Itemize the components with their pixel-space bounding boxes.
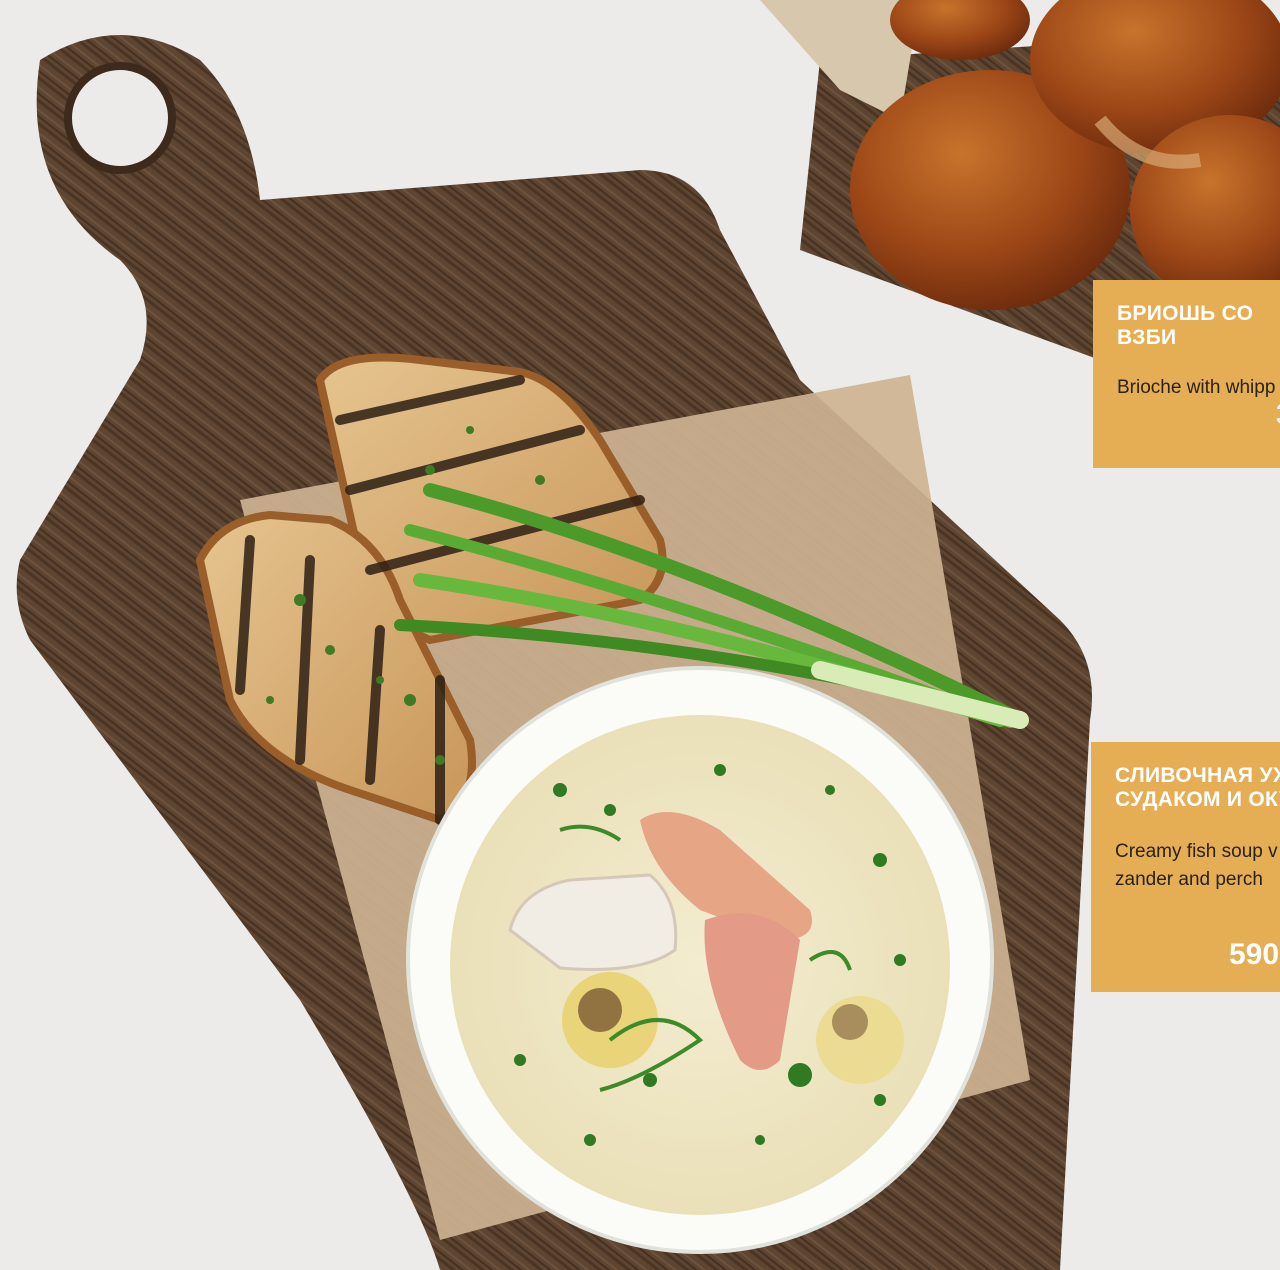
soup-bowl	[406, 666, 994, 1254]
menu-item-title-ru: БРИОШЬ СО ВЗБИ	[1117, 302, 1254, 349]
food-photo	[0, 0, 1280, 1270]
menu-item-price: 590	[1229, 938, 1280, 971]
menu-item-price: 3	[1276, 398, 1280, 432]
menu-item-title-en: Brioche with whipp	[1117, 377, 1276, 398]
menu-item-title-en: Creamy fish soup v zander and perch	[1115, 841, 1278, 890]
menu-card-soup: СЛИВОЧНАЯ УХА СУДАКОМ И ОКУН Creamy fish…	[1091, 742, 1280, 992]
food-illustration	[0, 0, 1280, 1270]
menu-item-title-ru: СЛИВОЧНАЯ УХА СУДАКОМ И ОКУН	[1115, 764, 1280, 811]
menu-card-brioche: БРИОШЬ СО ВЗБИ Brioche with whipp 3	[1093, 280, 1280, 468]
brioche-buns	[850, 0, 1280, 310]
